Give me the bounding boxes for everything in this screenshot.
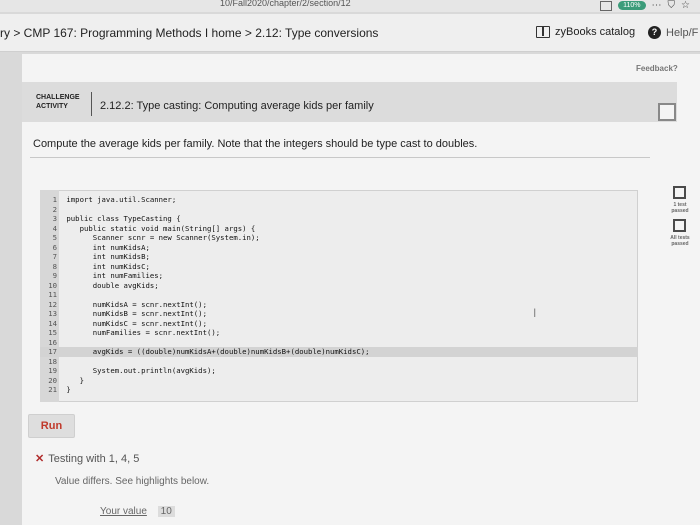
code-line-19[interactable]: 19 System.out.println(avgKids); [40,366,638,376]
line-number: 10 [48,280,57,290]
code-text: numKidsB = scnr.nextInt(); [62,309,207,318]
line-number: 17 [48,347,57,356]
line-number: 15 [48,328,57,337]
line-number: 6 [52,242,57,252]
your-value-label: Your value [100,506,147,517]
code-line-4[interactable]: 4 public static void main(String[] args)… [40,224,638,234]
code-line-16[interactable]: 16 [40,338,638,348]
catalog-label: zyBooks catalog [555,26,636,38]
line-number: 19 [48,366,57,375]
zoom-badge[interactable]: 110% [618,1,646,10]
result-message: Value differs. See highlights below. [55,476,210,487]
completion-checkbox [658,103,676,121]
code-text: avgKids = ((double)numKidsA+(double)numK… [62,347,370,356]
code-line-3[interactable]: 3 public class TypeCasting { [40,214,638,224]
line-number: 13 [48,309,57,318]
code-text: int numKidsA; [62,242,150,252]
code-text: int numKidsC; [62,261,150,271]
your-value: 10 [157,506,175,517]
code-line-5[interactable]: 5 Scanner scnr = new Scanner(System.in); [40,233,638,243]
code-line-7[interactable]: 7 int numKidsB; [40,252,638,262]
code-line-6[interactable]: 6 int numKidsA; [40,243,638,253]
help-link[interactable]: ? Help/F [648,26,698,39]
code-text: numKidsC = scnr.nextInt(); [62,318,207,328]
challenge-tag: CHALLENGE ACTIVITY [36,93,80,111]
test-1-checkbox [673,186,686,199]
code-line-20[interactable]: 20 } [40,376,638,386]
code-line-1[interactable]: 1 import java.util.Scanner; [40,195,638,205]
progress-indicators: 1 test passed All tests passed [670,186,690,252]
feedback-link[interactable]: Feedback? [636,64,678,73]
code-line-11[interactable]: 11 [40,290,638,300]
code-text: numFamilies = scnr.nextInt(); [62,328,221,337]
test-2-label: All tests passed [670,235,690,247]
help-icon: ? [648,26,661,39]
challenge-title: 2.12.2: Type casting: Computing average … [100,100,374,112]
test-2-checkbox [673,219,686,232]
breadcrumb[interactable]: ry > CMP 167: Programming Methods I home… [0,26,378,40]
line-number: 12 [48,299,57,309]
line-number: 5 [52,233,57,242]
code-text: Scanner scnr = new Scanner(System.in); [62,233,260,242]
code-line-12[interactable]: 12 numKidsA = scnr.nextInt(); [40,300,638,310]
more-icon[interactable]: ⋯ [652,0,662,11]
line-number: 14 [48,318,57,328]
divider [30,157,650,158]
code-line-18[interactable]: 18 [40,357,638,367]
code-text: public static void main(String[] args) { [62,223,256,233]
your-value-row: Your value 10 [100,506,175,517]
code-line-21[interactable]: 21 } [40,385,638,395]
line-number: 9 [52,271,57,280]
code-text: double avgKids; [62,280,159,290]
extension-area: 110% ⋯ ⛉ ☆ [600,0,690,11]
run-button[interactable]: Run [28,414,75,438]
test-1-label: 1 test passed [671,202,689,214]
line-number: 16 [48,337,57,347]
code-line-2[interactable]: 2 [40,205,638,215]
code-text: int numFamilies; [62,271,164,280]
line-number: 20 [48,375,57,385]
star-icon[interactable]: ☆ [681,0,690,11]
challenge-tag-line2: ACTIVITY [36,103,68,110]
browser-toolbar: 10/Fall2020/chapter/2/section/12 110% ⋯ … [0,0,700,12]
test-result-heading: ✕ Testing with 1, 4, 5 [35,452,139,465]
catalog-link[interactable]: zyBooks catalog [536,26,635,38]
line-number: 7 [52,252,57,261]
shield-icon[interactable]: ⛉ [668,0,676,11]
challenge-tag-line1: CHALLENGE [36,94,80,101]
code-line-14[interactable]: 14 numKidsC = scnr.nextInt(); [40,319,638,329]
code-text: import java.util.Scanner; [62,195,177,204]
fail-x-icon: ✕ [35,453,45,465]
code-text: numKidsA = scnr.nextInt(); [62,299,207,309]
help-label: Help/F [666,26,699,39]
line-number: 2 [52,204,57,214]
code-line-9[interactable]: 9 int numFamilies; [40,271,638,281]
book-icon [536,26,550,38]
code-line-17[interactable]: 17 avgKids = ((double)numKidsA+(double)n… [40,347,638,357]
line-number: 4 [52,223,57,233]
text-cursor-icon: I [533,306,537,320]
test-heading-text: Testing with 1, 4, 5 [48,453,140,465]
code-text: public class TypeCasting { [62,214,181,223]
code-line-13[interactable]: 13 numKidsB = scnr.nextInt(); [40,309,638,319]
line-number: 1 [52,195,57,204]
line-number: 21 [48,385,57,394]
code-line-15[interactable]: 15 numFamilies = scnr.nextInt(); [40,328,638,338]
top-navigation: ry > CMP 167: Programming Methods I home… [0,14,700,52]
line-number: 18 [48,356,57,366]
code-text: int numKidsB; [62,252,150,261]
line-number: 11 [48,290,57,299]
code-text: System.out.println(avgKids); [62,366,216,375]
header-divider [91,92,92,116]
code-text: } [62,385,71,394]
line-number: 8 [52,261,57,271]
code-line-8[interactable]: 8 int numKidsC; [40,262,638,272]
code-line-10[interactable]: 10 double avgKids; [40,281,638,291]
line-number: 3 [52,214,57,223]
address-bar-fragment[interactable]: 10/Fall2020/chapter/2/section/12 [220,0,351,8]
prompt-text: Compute the average kids per family. Not… [33,138,478,150]
tab-icon[interactable] [600,0,613,11]
code-text: } [62,375,84,385]
